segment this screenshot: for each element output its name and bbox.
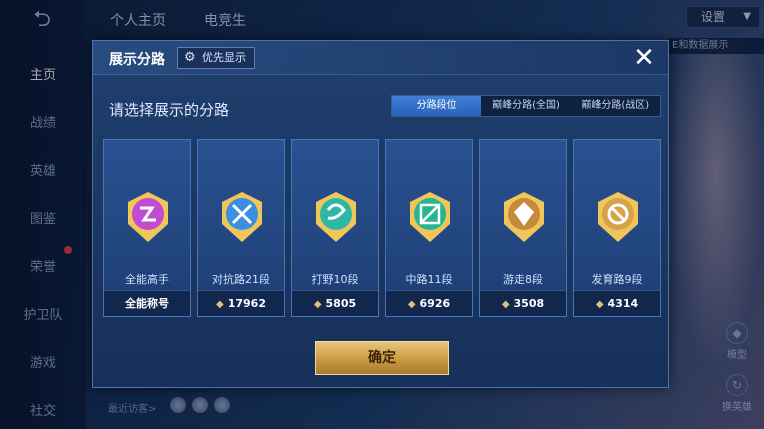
lane-foot-value: 6926 (419, 297, 451, 310)
lane-card-clash[interactable]: 对抗路21段 ◆ 17962 (197, 139, 285, 317)
modal-header: 展示分路 ⚙ 优先显示 ✕ (93, 41, 668, 75)
tab-peak-national[interactable]: 巅峰分路(全国) (481, 96, 570, 116)
rank-points-icon: ◆ (313, 299, 322, 310)
tab-lane-rank[interactable]: 分路段位 (392, 96, 482, 116)
lane-footer: ◆ 5805 (292, 290, 378, 316)
farm-lane-badge-icon (594, 190, 642, 244)
lane-card-jungle[interactable]: 打野10段 ◆ 5805 (291, 139, 379, 317)
lane-label: 打野10段 (311, 273, 359, 286)
rank-points-icon: ◆ (407, 299, 416, 310)
lane-label: 对抗路21段 (212, 273, 270, 286)
lane-card-mid[interactable]: 中路11段 ◆ 6926 (385, 139, 473, 317)
lane-foot-value: 4314 (607, 297, 639, 310)
modal-subtitle: 请选择展示的分路 (109, 101, 230, 119)
lane-foot-value: 17962 (227, 297, 266, 310)
lane-foot-value: 3508 (513, 297, 545, 310)
lane-footer: ◆ 4314 (574, 290, 660, 316)
rank-points-icon: ◆ (501, 299, 510, 310)
lane-label: 全能高手 (125, 273, 169, 286)
lane-display-modal: 展示分路 ⚙ 优先显示 ✕ 请选择展示的分路 分路段位 巅峰分路(全国) 巅峰分… (92, 40, 669, 388)
lane-card-roam[interactable]: 游走8段 ◆ 3508 (479, 139, 567, 317)
lane-footer: ◆ 6926 (386, 290, 472, 316)
lane-foot-value: 全能称号 (125, 297, 169, 310)
priority-display-button[interactable]: ⚙ 优先显示 (177, 47, 255, 69)
lane-footer: 全能称号 (104, 290, 190, 316)
mid-lane-badge-icon (406, 190, 454, 244)
lane-card-farm[interactable]: 发育路9段 ◆ 4314 (573, 139, 661, 317)
roam-badge-icon (500, 190, 548, 244)
jungle-badge-icon (312, 190, 360, 244)
confirm-button[interactable]: 确定 (315, 341, 449, 375)
lane-mode-tabs: 分路段位 巅峰分路(全国) 巅峰分路(战区) (391, 95, 661, 117)
lane-foot-value: 5805 (325, 297, 357, 310)
tab-peak-region[interactable]: 巅峰分路(战区) (571, 96, 660, 116)
close-icon[interactable]: ✕ (631, 45, 657, 71)
lane-label: 发育路9段 (591, 273, 643, 286)
lane-footer: ◆ 17962 (198, 290, 284, 316)
gear-icon: ⚙ (184, 50, 196, 65)
modal-title: 展示分路 (109, 52, 165, 68)
lane-label: 游走8段 (503, 273, 543, 286)
clash-lane-badge-icon (218, 190, 266, 244)
lane-footer: ◆ 3508 (480, 290, 566, 316)
all-round-badge-icon (124, 190, 172, 244)
lane-cards: 全能高手 全能称号 对抗路21段 ◆ 17962 打野10段 ◆ 5805 中路… (103, 139, 661, 317)
lane-label: 中路11段 (405, 273, 453, 286)
rank-points-icon: ◆ (216, 299, 224, 310)
priority-label: 优先显示 (202, 51, 246, 64)
lane-card-all-round[interactable]: 全能高手 全能称号 (103, 139, 191, 317)
rank-points-icon: ◆ (595, 299, 604, 310)
